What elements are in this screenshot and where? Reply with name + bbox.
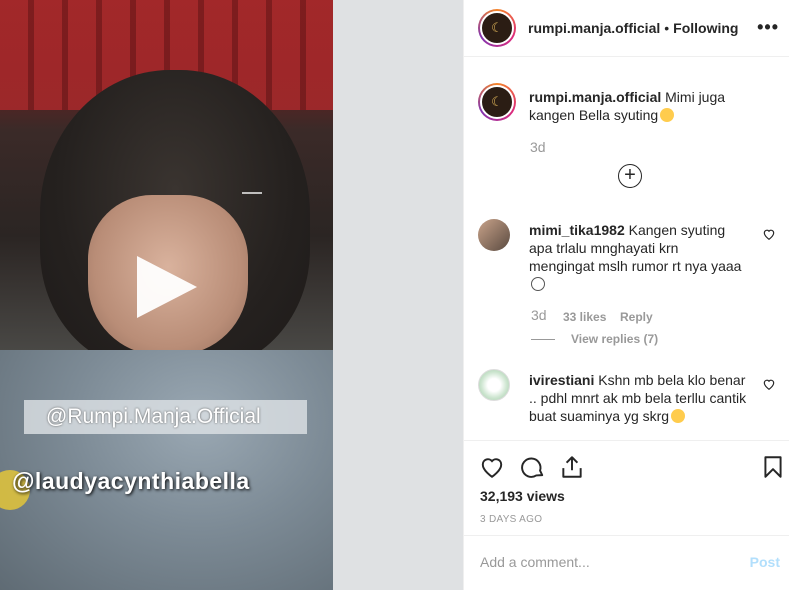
video-mark bbox=[242, 192, 262, 194]
comment-item: mimi_tika1982 Kangen syuting apa trlalu … bbox=[478, 219, 776, 349]
share-upload-icon[interactable] bbox=[559, 454, 585, 480]
comment-avatar[interactable] bbox=[478, 369, 510, 401]
view-replies-label: View replies (7) bbox=[571, 332, 659, 346]
replies-divider bbox=[531, 339, 555, 341]
comment-text-block: mimi_tika1982 Kangen syuting apa trlalu … bbox=[529, 221, 747, 293]
avatar-moon-icon: ☾ bbox=[480, 85, 514, 119]
bookmark-icon[interactable] bbox=[760, 454, 786, 480]
comments-list[interactable]: ☾ rumpi.manja.official Mimi juga kangen … bbox=[464, 58, 789, 440]
post-actions: 32,193 views 3 DAYS AGO Add a comment...… bbox=[464, 440, 789, 590]
comment-text-block: ivirestiani Kshn mb bela klo benar .. pd… bbox=[529, 371, 747, 425]
more-options-icon[interactable]: ••• bbox=[757, 17, 779, 38]
view-count[interactable]: 32,193 views bbox=[480, 488, 565, 504]
watermark-rumpi: @Rumpi.Manja.Official bbox=[24, 400, 307, 434]
grin-emoji-icon bbox=[671, 409, 686, 423]
comment-username[interactable]: mimi_tika1982 bbox=[529, 222, 625, 238]
caption-text-block: rumpi.manja.official Mimi juga kangen Be… bbox=[529, 88, 759, 124]
comment-likes[interactable]: 33 likes bbox=[563, 310, 606, 324]
comment-item: ivirestiani Kshn mb bela klo benar .. pd… bbox=[478, 369, 776, 439]
caption-avatar[interactable]: ☾ bbox=[478, 83, 516, 121]
like-heart-icon[interactable] bbox=[479, 454, 505, 480]
caption-username[interactable]: rumpi.manja.official bbox=[529, 89, 661, 105]
add-comment-bar: Add a comment... Post bbox=[464, 535, 789, 590]
avatar[interactable]: ☾ bbox=[478, 9, 516, 47]
caption-time: 3d bbox=[530, 139, 546, 155]
following-button[interactable]: Following bbox=[673, 20, 738, 36]
crying-emoji-icon bbox=[660, 108, 675, 122]
comment-avatar[interactable] bbox=[478, 219, 510, 251]
video-area[interactable]: @Rumpi.Manja.Official @laudyacynthiabell… bbox=[0, 0, 463, 590]
load-more-comments-icon[interactable]: + bbox=[618, 164, 642, 188]
avatar-moon-icon: ☾ bbox=[480, 11, 514, 45]
like-comment-icon[interactable] bbox=[762, 227, 776, 241]
post-panel: ☾ rumpi.manja.official • Following ••• ☾… bbox=[463, 0, 789, 590]
watermark-bella: @laudyacynthiabella bbox=[12, 468, 250, 494]
play-icon[interactable] bbox=[137, 256, 197, 318]
post-button[interactable]: Post bbox=[750, 554, 780, 570]
post-header: ☾ rumpi.manja.official • Following ••• bbox=[464, 0, 789, 57]
header-username[interactable]: rumpi.manja.official bbox=[528, 20, 660, 36]
comment-bubble-icon[interactable] bbox=[520, 454, 546, 480]
comment-time: 3d bbox=[531, 307, 547, 323]
view-replies-button[interactable]: View replies (7) bbox=[531, 332, 658, 346]
reply-button[interactable]: Reply bbox=[620, 310, 653, 324]
header-separator: • bbox=[664, 20, 670, 36]
smile-emoji-icon bbox=[531, 277, 545, 291]
posted-time: 3 DAYS AGO bbox=[480, 514, 543, 525]
video-player[interactable]: @Rumpi.Manja.Official @laudyacynthiabell… bbox=[0, 0, 333, 590]
like-comment-icon[interactable] bbox=[762, 377, 776, 391]
comment-input[interactable]: Add a comment... bbox=[480, 554, 720, 570]
comment-username[interactable]: ivirestiani bbox=[529, 372, 594, 388]
